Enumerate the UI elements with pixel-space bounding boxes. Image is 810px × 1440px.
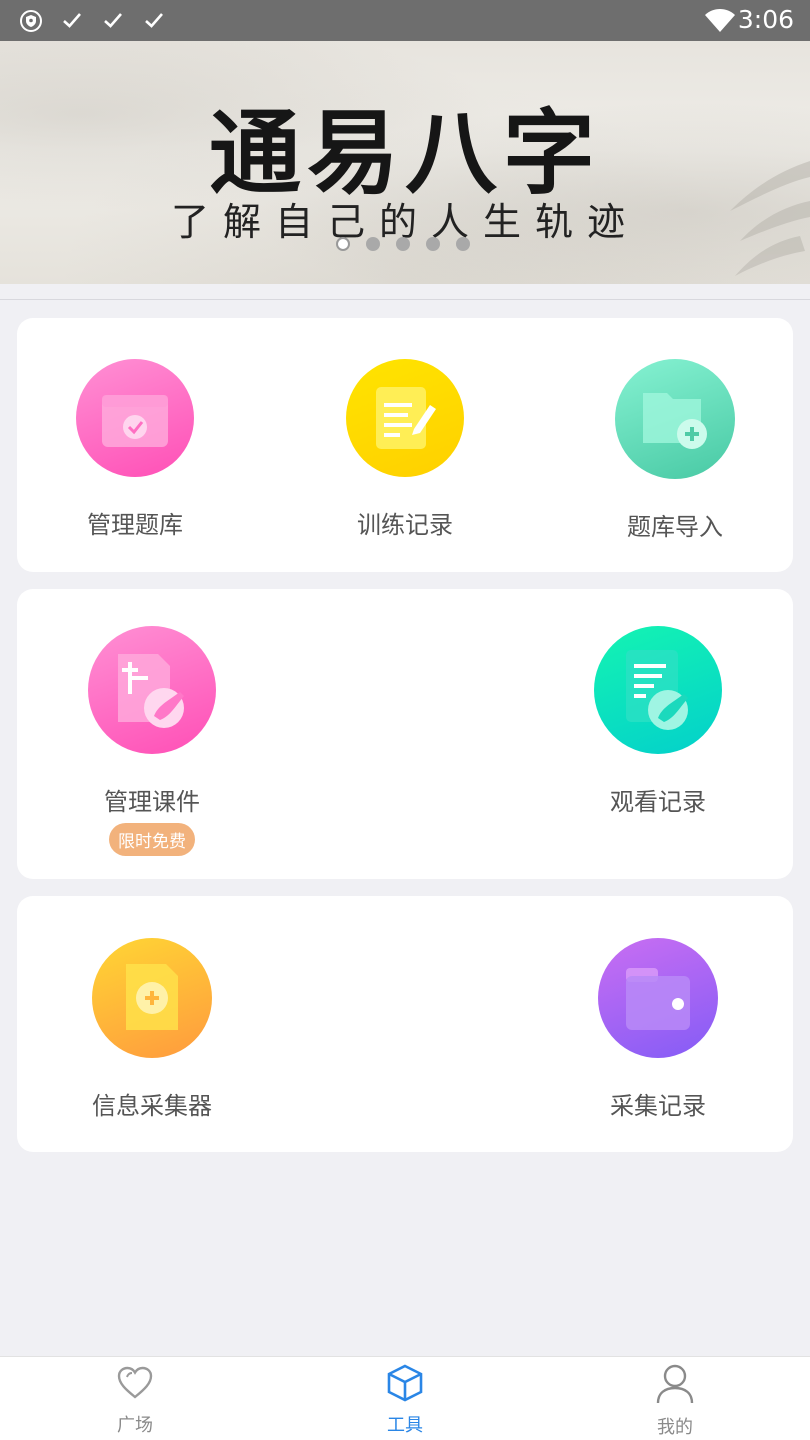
watch-records-button[interactable]: 观看记录 <box>593 626 723 817</box>
free-badge: 限时免费 <box>109 823 195 856</box>
tool-label: 信息采集器 <box>92 1092 212 1120</box>
check-icon <box>104 13 122 28</box>
wifi-icon <box>705 9 735 32</box>
banner-carousel[interactable]: 通易八字 了解自己的人生轨迹 <box>0 41 810 284</box>
manage-courseware-button[interactable]: 管理课件 限时免费 <box>87 626 217 856</box>
nav-tab-mine[interactable]: 我的 <box>615 1363 735 1439</box>
courseware-edit-icon <box>88 626 216 754</box>
nav-label: 工具 <box>387 1415 423 1436</box>
status-time: 3:06 <box>737 5 794 34</box>
tool-label: 采集记录 <box>610 1092 706 1120</box>
status-bar: 3:06 <box>0 0 810 41</box>
file-plus-icon <box>92 938 212 1058</box>
collection-records-button[interactable]: 采集记录 <box>593 938 723 1121</box>
bottom-navigation: 广场 工具 我的 <box>0 1356 810 1440</box>
check-icon <box>63 13 81 28</box>
nav-label: 我的 <box>657 1417 693 1438</box>
tool-label: 管理题库 <box>87 511 183 539</box>
import-question-bank-button[interactable]: 题库导入 <box>615 359 735 542</box>
tool-label: 训练记录 <box>357 511 453 539</box>
training-records-button[interactable]: 训练记录 <box>345 359 465 540</box>
note-pen-icon <box>346 359 464 477</box>
user-icon <box>656 1364 694 1404</box>
nav-tab-square[interactable]: 广场 <box>75 1363 195 1437</box>
tool-label: 题库导入 <box>627 513 723 541</box>
document-edit-icon <box>594 626 722 754</box>
divider <box>0 299 810 300</box>
cube-icon <box>387 1364 423 1402</box>
calendar-check-icon <box>76 359 194 477</box>
wallet-folder-icon <box>598 938 718 1058</box>
carousel-indicator <box>336 237 470 251</box>
tool-label: 管理课件 <box>104 788 200 816</box>
info-collector-button[interactable]: 信息采集器 <box>87 938 217 1121</box>
check-icon <box>145 13 163 28</box>
tools-card-question-bank: 管理题库 训练记录 题库导入 <box>17 318 793 572</box>
tools-card-courseware: 管理课件 限时免费 观看记录 <box>17 589 793 879</box>
manage-question-bank-button[interactable]: 管理题库 <box>75 359 195 540</box>
carousel-dot[interactable] <box>336 237 350 251</box>
nav-label: 广场 <box>117 1415 153 1436</box>
tool-label: 观看记录 <box>610 788 706 816</box>
heart-icon <box>117 1366 153 1399</box>
tools-card-collection: 信息采集器 采集记录 <box>17 896 793 1152</box>
carousel-dot[interactable] <box>456 237 470 251</box>
carousel-dot[interactable] <box>426 237 440 251</box>
carousel-dot[interactable] <box>366 237 380 251</box>
nav-tab-tools[interactable]: 工具 <box>345 1363 465 1437</box>
carousel-dot[interactable] <box>396 237 410 251</box>
shield-icon <box>20 10 42 32</box>
folder-plus-icon <box>615 359 735 479</box>
